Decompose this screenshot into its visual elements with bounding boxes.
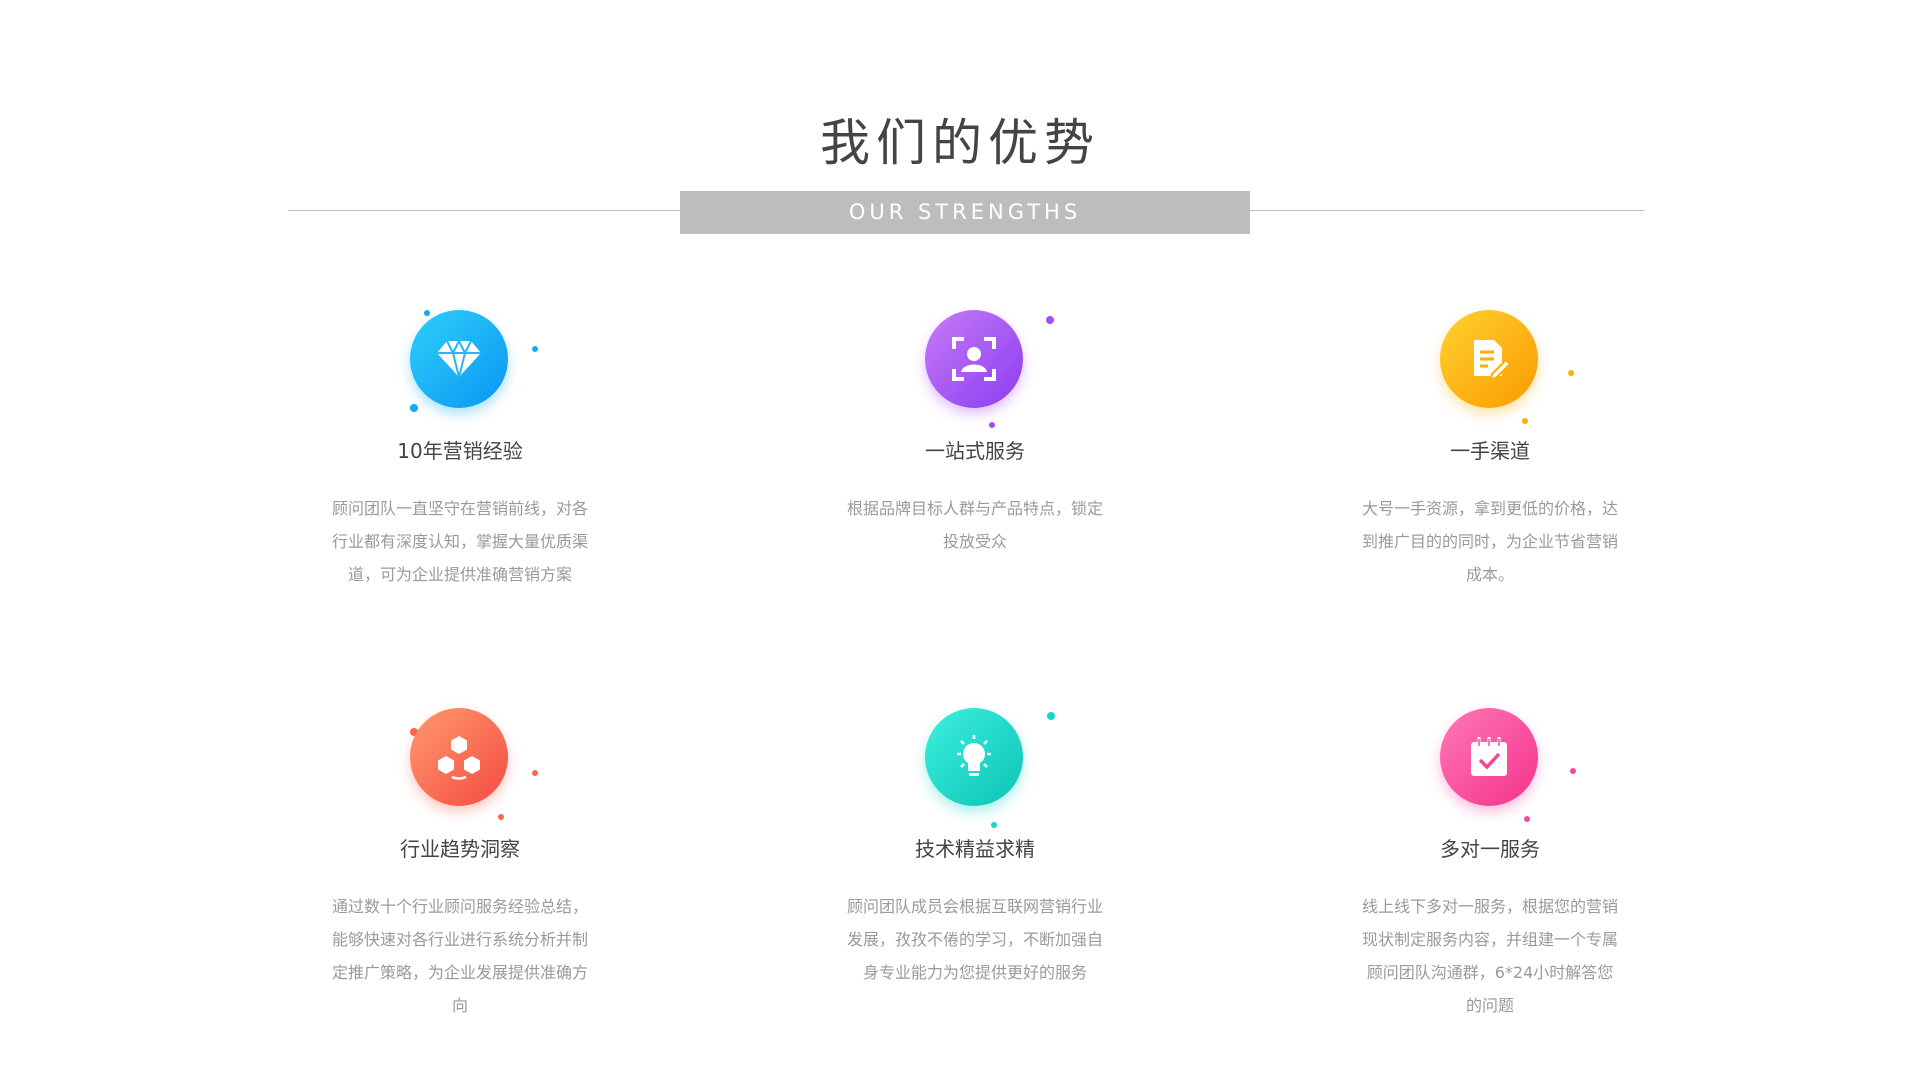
decor-dot bbox=[410, 404, 418, 412]
icon-badge bbox=[1390, 290, 1590, 430]
strength-card-one-stop: 一站式服务 根据品牌目标人群与产品特点，锁定投放受众 bbox=[825, 290, 1125, 558]
decor-dot bbox=[1046, 316, 1054, 324]
icon-badge bbox=[360, 688, 560, 828]
icon-badge bbox=[1390, 688, 1590, 828]
decor-dot bbox=[1570, 768, 1576, 774]
decor-dot bbox=[424, 310, 430, 316]
icon-badge bbox=[875, 688, 1075, 828]
strengths-section: 我们的优势 OUR STRENGTHS 10年营销经验 顾问团队一直坚守在营销前… bbox=[0, 0, 1920, 1080]
decor-dot bbox=[1047, 712, 1055, 720]
strength-card-service: 多对一服务 线上线下多对一服务，根据您的营销现状制定服务内容，并组建一个专属顾问… bbox=[1340, 688, 1640, 1022]
cubes-icon bbox=[410, 708, 508, 806]
card-description: 通过数十个行业顾问服务经验总结，能够快速对各行业进行系统分析并制定推广策略，为企… bbox=[331, 897, 588, 1015]
card-title: 10年营销经验 bbox=[397, 439, 523, 463]
strength-card-channel: 一手渠道 大号一手资源，拿到更低的价格，达到推广目的的同时，为企业节省营销成本。 bbox=[1340, 290, 1640, 591]
decor-dot bbox=[989, 422, 995, 428]
decor-dot bbox=[1568, 370, 1574, 376]
section-subtitle: OUR STRENGTHS bbox=[680, 191, 1250, 234]
decor-dot bbox=[532, 346, 538, 352]
card-description: 顾问团队一直坚守在营销前线，对各行业都有深度认知，掌握大量优质渠道，可为企业提供… bbox=[331, 499, 588, 584]
card-title: 一站式服务 bbox=[925, 439, 1025, 463]
decor-dot bbox=[1522, 418, 1528, 424]
document-edit-icon bbox=[1440, 310, 1538, 408]
card-description: 大号一手资源，拿到更低的价格，达到推广目的的同时，为企业节省营销成本。 bbox=[1361, 499, 1618, 584]
card-description: 线上线下多对一服务，根据您的营销现状制定服务内容，并组建一个专属顾问团队沟通群，… bbox=[1361, 897, 1618, 1015]
card-title: 技术精益求精 bbox=[915, 837, 1035, 861]
diamond-icon bbox=[410, 310, 508, 408]
decor-dot bbox=[498, 814, 504, 820]
section-title: 我们的优势 bbox=[820, 114, 1100, 172]
card-title: 一手渠道 bbox=[1450, 439, 1530, 463]
calendar-check-icon bbox=[1440, 708, 1538, 806]
card-description: 根据品牌目标人群与产品特点，锁定投放受众 bbox=[846, 499, 1103, 551]
decor-dot bbox=[1524, 816, 1530, 822]
decor-dot bbox=[532, 770, 538, 776]
face-scan-icon bbox=[925, 310, 1023, 408]
card-title: 行业趋势洞察 bbox=[400, 837, 520, 861]
strength-card-technology: 技术精益求精 顾问团队成员会根据互联网营销行业发展，孜孜不倦的学习，不断加强自身… bbox=[825, 688, 1125, 989]
decor-dot bbox=[991, 822, 997, 828]
icon-badge bbox=[360, 290, 560, 430]
card-title: 多对一服务 bbox=[1440, 837, 1540, 861]
icon-badge bbox=[875, 290, 1075, 430]
lightbulb-icon bbox=[925, 708, 1023, 806]
strength-card-insight: 行业趋势洞察 通过数十个行业顾问服务经验总结，能够快速对各行业进行系统分析并制定… bbox=[310, 688, 610, 1022]
card-description: 顾问团队成员会根据互联网营销行业发展，孜孜不倦的学习，不断加强自身专业能力为您提… bbox=[846, 897, 1103, 982]
strength-card-experience: 10年营销经验 顾问团队一直坚守在营销前线，对各行业都有深度认知，掌握大量优质渠… bbox=[310, 290, 610, 591]
